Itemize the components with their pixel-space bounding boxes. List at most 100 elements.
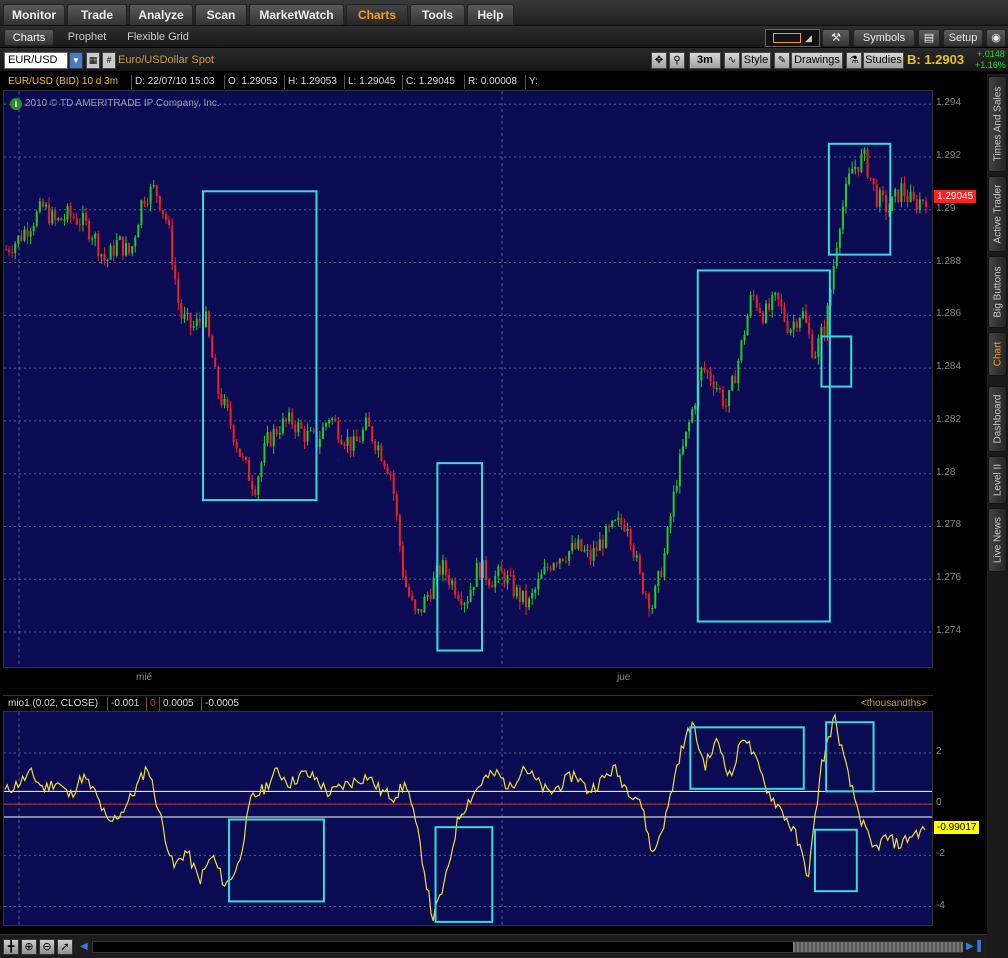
candle bbox=[454, 576, 457, 599]
candle bbox=[601, 534, 604, 556]
study-chart[interactable] bbox=[3, 711, 933, 926]
candle bbox=[515, 584, 518, 600]
candle bbox=[377, 441, 380, 458]
candle bbox=[681, 438, 684, 456]
style-button[interactable]: Style bbox=[741, 52, 771, 69]
drawings-icon-button[interactable]: ✎ bbox=[774, 52, 790, 69]
close-button[interactable]: ◉ bbox=[986, 29, 1006, 47]
sidebar-tab-dashboard[interactable]: Dashboard bbox=[988, 386, 1007, 452]
drawings-button[interactable]: Drawings bbox=[791, 52, 843, 69]
zoom-tool-button[interactable]: ⚲ bbox=[669, 52, 685, 69]
aggregation-button[interactable]: 3m bbox=[689, 52, 721, 69]
candle bbox=[805, 303, 807, 324]
candle bbox=[521, 590, 524, 605]
highlight-box bbox=[434, 826, 494, 923]
info-icon[interactable]: i bbox=[10, 98, 22, 110]
pencil-icon: ✎ bbox=[777, 55, 787, 66]
candle bbox=[703, 361, 706, 374]
candle bbox=[765, 300, 767, 325]
candle bbox=[177, 271, 180, 311]
candle bbox=[88, 218, 91, 243]
sidebar-tab-chart[interactable]: Chart bbox=[988, 332, 1007, 376]
crosshair-tool-button[interactable]: ✥ bbox=[651, 52, 667, 69]
candle bbox=[728, 389, 731, 413]
symbols-button[interactable]: Symbols bbox=[853, 29, 915, 47]
candle bbox=[891, 196, 894, 211]
candle bbox=[368, 412, 371, 427]
nav-tab-marketwatch[interactable]: MarketWatch bbox=[249, 4, 344, 25]
wrench-button[interactable]: ⚒ bbox=[822, 29, 850, 47]
pointer-button[interactable]: ➚ bbox=[57, 939, 73, 955]
sidebar-tab-level-ii[interactable]: Level II bbox=[988, 456, 1007, 504]
nav-tab-analyze[interactable]: Analyze bbox=[129, 4, 193, 25]
subtab-charts[interactable]: Charts bbox=[4, 29, 54, 46]
candle bbox=[309, 426, 312, 432]
candle bbox=[186, 307, 189, 321]
candle bbox=[72, 212, 75, 221]
nav-tab-help[interactable]: Help bbox=[467, 4, 514, 25]
candle bbox=[666, 525, 669, 555]
candle bbox=[226, 397, 229, 411]
candle bbox=[451, 577, 454, 590]
candle bbox=[552, 561, 555, 571]
candle bbox=[789, 328, 792, 336]
scroll-right-icon[interactable]: ▶▐ bbox=[966, 941, 981, 952]
wrench-icon: ⚒ bbox=[831, 32, 841, 44]
nav-tab-tools[interactable]: Tools bbox=[410, 4, 465, 25]
color-swatch-button[interactable]: ◢ bbox=[765, 29, 820, 47]
candle bbox=[617, 511, 620, 527]
candle bbox=[694, 403, 697, 415]
candle bbox=[260, 460, 263, 482]
horizontal-scrollbar[interactable] bbox=[92, 941, 963, 953]
setup-button[interactable]: Setup bbox=[943, 29, 983, 47]
candle bbox=[235, 438, 238, 453]
candle bbox=[571, 535, 574, 555]
candle bbox=[531, 588, 534, 605]
candle bbox=[608, 523, 611, 533]
symbol-dropdown-button[interactable]: ▼ bbox=[69, 52, 83, 69]
studies-button[interactable]: Studies bbox=[863, 52, 904, 69]
price-chart[interactable]: i 2010 © TD AMERITRADE IP Company, Inc. bbox=[3, 90, 933, 668]
link-button[interactable]: ▦ bbox=[86, 52, 100, 69]
nav-tab-monitor[interactable]: Monitor bbox=[3, 4, 65, 25]
time-label-wed: mié bbox=[136, 672, 153, 683]
sidebar-tab-times-and-sales[interactable]: Times And Sales bbox=[988, 76, 1007, 172]
candle bbox=[269, 430, 272, 448]
info-date: D: 22/07/10 15:03 bbox=[131, 75, 218, 89]
highlight-box bbox=[436, 462, 484, 652]
symbol-input[interactable]: EUR/USD bbox=[4, 52, 68, 69]
candle bbox=[78, 218, 81, 232]
zoom-in-button[interactable]: ⊕ bbox=[21, 939, 37, 955]
scroll-left-icon[interactable]: ◀ bbox=[80, 941, 88, 952]
grid-layout-button[interactable]: ╋ bbox=[3, 939, 19, 955]
nav-tab-scan[interactable]: Scan bbox=[195, 4, 247, 25]
subtab-flexible-grid[interactable]: Flexible Grid bbox=[122, 29, 194, 46]
candle bbox=[306, 423, 309, 446]
style-icon-button[interactable]: ∿ bbox=[724, 52, 740, 69]
scrollbar-thumb[interactable] bbox=[793, 942, 963, 952]
candle bbox=[543, 558, 546, 575]
zoom-out-button[interactable]: ⊖ bbox=[39, 939, 55, 955]
candle bbox=[903, 176, 906, 202]
candle bbox=[321, 422, 324, 440]
candle bbox=[251, 475, 254, 497]
sidebar-tab-live-news[interactable]: Live News bbox=[988, 508, 1007, 572]
sidebar-tab-active-trader[interactable]: Active Trader bbox=[988, 176, 1007, 252]
study-line bbox=[4, 712, 926, 922]
nav-tab-charts[interactable]: Charts bbox=[346, 4, 408, 25]
hash-button[interactable]: # bbox=[102, 52, 116, 69]
candle bbox=[337, 417, 340, 444]
candle bbox=[651, 604, 654, 615]
close-icon: ◉ bbox=[991, 32, 1001, 44]
candle bbox=[35, 209, 38, 228]
candle bbox=[266, 425, 269, 447]
nav-tab-trade[interactable]: Trade bbox=[67, 4, 127, 25]
sidebar-tab-big-buttons[interactable]: Big Buttons bbox=[988, 256, 1007, 328]
candle bbox=[586, 544, 589, 558]
subtab-prophet[interactable]: Prophet bbox=[62, 29, 112, 46]
link-grid-icon: ▦ bbox=[88, 55, 98, 65]
print-button[interactable]: ▤ bbox=[918, 29, 940, 47]
studies-icon-button[interactable]: ⚗ bbox=[846, 52, 862, 69]
zoom-out-icon: ⊖ bbox=[42, 941, 52, 953]
candle bbox=[675, 480, 678, 494]
